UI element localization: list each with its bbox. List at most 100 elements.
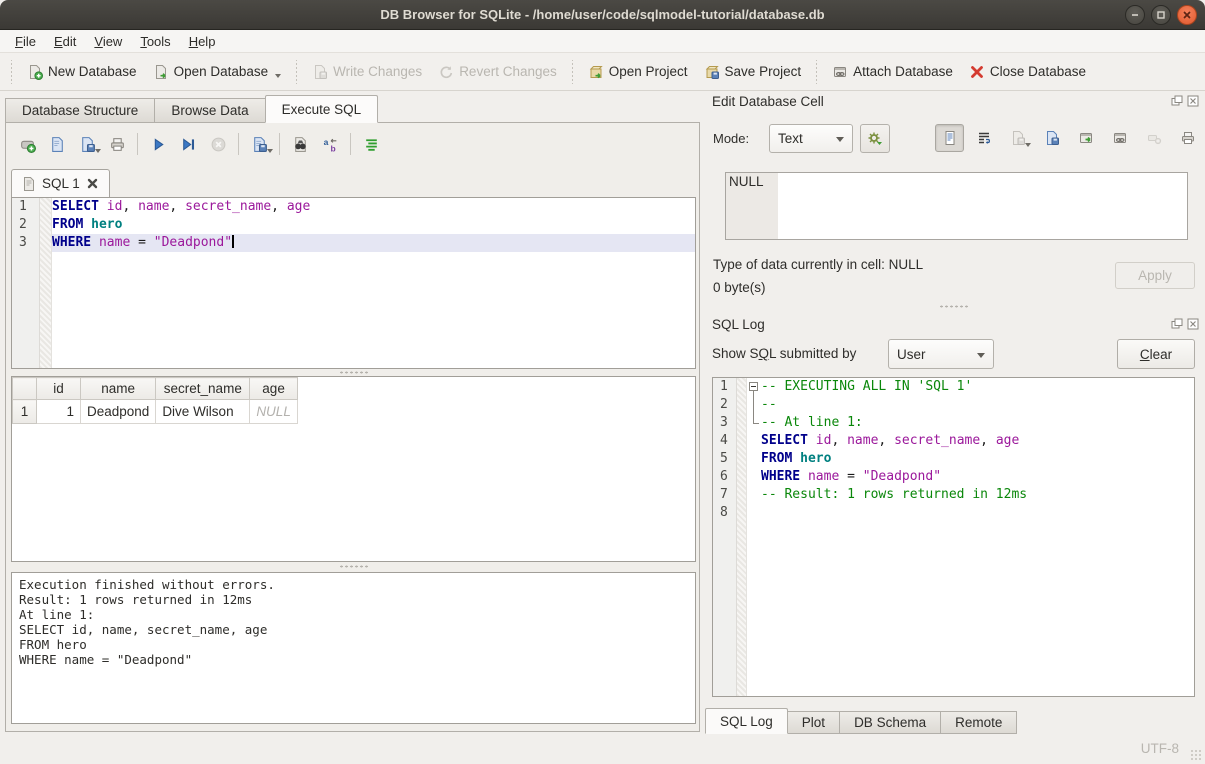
sql-file-icon xyxy=(22,176,36,192)
dropdown-caret-icon[interactable] xyxy=(275,74,281,78)
import-file-button[interactable] xyxy=(1003,124,1032,152)
bottom-tab-sql-log[interactable]: SQL Log xyxy=(705,708,788,734)
code-token: age xyxy=(996,433,1019,448)
code-token: = xyxy=(839,469,862,484)
tab-browse-data[interactable]: Browse Data xyxy=(154,98,264,123)
sql-editor-tab[interactable]: SQL 1 xyxy=(11,169,110,197)
row-number[interactable]: 1 xyxy=(13,400,37,424)
splitter-editor-results[interactable] xyxy=(11,369,696,376)
attach-database-icon xyxy=(832,64,848,80)
column-header-id[interactable]: id xyxy=(37,378,81,400)
format-sql-button[interactable] xyxy=(356,130,386,158)
close-dock-icon[interactable] xyxy=(1186,95,1199,108)
sql-editor[interactable]: 1SELECT id, name, secret_name, age2FROM … xyxy=(11,197,696,369)
resize-grip[interactable] xyxy=(1190,749,1202,761)
print-button[interactable] xyxy=(102,130,132,158)
execute-current-line-button[interactable] xyxy=(173,130,203,158)
sql-log-view[interactable]: 1-- EXECUTING ALL IN 'SQL 1'2--3-- At li… xyxy=(712,377,1195,697)
clear-log-button[interactable]: Clear xyxy=(1117,339,1195,369)
bottom-tab-plot[interactable]: Plot xyxy=(788,711,840,734)
encoding-indicator: UTF-8 xyxy=(1141,741,1179,756)
cell-secret-name[interactable]: Dive Wilson xyxy=(156,400,250,424)
menu-file[interactable]: File xyxy=(6,32,45,51)
cell-editor[interactable]: NULL xyxy=(725,172,1188,240)
splitter-docks[interactable] xyxy=(705,303,1202,310)
maximize-button[interactable] xyxy=(1151,5,1171,25)
fold-marker xyxy=(747,468,761,486)
copy-link-button[interactable] xyxy=(1105,124,1134,152)
line-number: 2 xyxy=(12,216,40,234)
attach-database-button[interactable]: Attach Database xyxy=(824,60,961,84)
open-external-button[interactable] xyxy=(1071,124,1100,152)
line-number: 3 xyxy=(713,414,737,432)
apply-button[interactable]: Apply xyxy=(1115,262,1195,289)
float-dock-icon[interactable] xyxy=(1170,95,1183,108)
revert-changes-button[interactable]: Revert Changes xyxy=(430,60,565,84)
set-null-button[interactable] xyxy=(1139,124,1168,152)
write-changes-button[interactable]: Write Changes xyxy=(304,60,430,84)
save-project-button[interactable]: Save Project xyxy=(696,60,810,84)
execute-all-icon xyxy=(150,136,167,153)
code-line: 1-- EXECUTING ALL IN 'SQL 1' xyxy=(713,378,1194,396)
bottom-tab-remote[interactable]: Remote xyxy=(941,711,1017,734)
code-token: "Deadpond" xyxy=(863,469,941,484)
code-line: 1SELECT id, name, secret_name, age xyxy=(12,198,695,216)
close-database-button[interactable]: Close Database xyxy=(961,60,1094,84)
svg-text:a: a xyxy=(323,137,328,147)
line-number: 7 xyxy=(713,486,737,504)
dropdown-caret-icon[interactable] xyxy=(1025,143,1031,147)
stop-button[interactable] xyxy=(203,130,233,158)
log-filter-label: Show SQL submitted by xyxy=(712,346,856,361)
log-filter-select[interactable]: User xyxy=(888,339,994,369)
find-replace-button[interactable]: ab xyxy=(315,130,345,158)
column-header-name[interactable]: name xyxy=(81,378,156,400)
execute-all-button[interactable] xyxy=(143,130,173,158)
close-dock-icon[interactable] xyxy=(1186,318,1199,331)
text-view-icon xyxy=(942,130,958,146)
splitter-results-message[interactable] xyxy=(11,563,696,570)
open-database-button[interactable]: Open Database xyxy=(145,60,290,84)
apply-auto-button[interactable] xyxy=(860,124,890,153)
save-results-button[interactable] xyxy=(244,130,274,158)
code-line: 6WHERE name = "Deadpond" xyxy=(713,468,1194,486)
close-tab-icon[interactable] xyxy=(86,177,99,190)
close-button[interactable] xyxy=(1177,5,1197,25)
bottom-tab-db-schema[interactable]: DB Schema xyxy=(840,711,941,734)
float-dock-icon[interactable] xyxy=(1170,318,1183,331)
menu-tools[interactable]: Tools xyxy=(131,32,179,51)
dropdown-caret-icon[interactable] xyxy=(267,149,273,153)
save-project-icon xyxy=(704,64,720,80)
menubar: FileEditViewToolsHelp xyxy=(0,30,1205,53)
menu-edit[interactable]: Edit xyxy=(45,32,85,51)
column-header-age[interactable]: age xyxy=(250,378,298,400)
minimize-button[interactable] xyxy=(1125,5,1145,25)
corner-cell[interactable] xyxy=(13,378,37,400)
print-cell-button[interactable] xyxy=(1173,124,1202,152)
open-project-button[interactable]: Open Project xyxy=(580,60,696,84)
window-title: DB Browser for SQLite - /home/user/code/… xyxy=(380,7,824,22)
open-sql-file-button[interactable] xyxy=(42,130,72,158)
find-button[interactable] xyxy=(285,130,315,158)
tab-execute-sql[interactable]: Execute SQL xyxy=(265,95,379,123)
fold-margin-cell xyxy=(737,468,747,486)
menu-help[interactable]: Help xyxy=(180,32,225,51)
menu-view[interactable]: View xyxy=(85,32,131,51)
tab-database-structure[interactable]: Database Structure xyxy=(5,98,154,123)
code-line: 4SELECT id, name, secret_name, age xyxy=(713,432,1194,450)
word-wrap-button[interactable] xyxy=(969,124,998,152)
results-grid[interactable]: idnamesecret_nameage11DeadpondDive Wilso… xyxy=(11,376,696,562)
dropdown-caret-icon[interactable] xyxy=(95,149,101,153)
column-header-secret-name[interactable]: secret_name xyxy=(156,378,250,400)
cell-id[interactable]: 1 xyxy=(37,400,81,424)
find-icon xyxy=(292,136,309,153)
cell-name[interactable]: Deadpond xyxy=(81,400,156,424)
new-tab-button[interactable] xyxy=(12,130,42,158)
toolbar-separator xyxy=(570,60,575,84)
cell-age[interactable]: NULL xyxy=(250,400,298,424)
text-view-button[interactable] xyxy=(935,124,964,152)
mode-select[interactable]: Text xyxy=(769,124,853,153)
export-file-button[interactable] xyxy=(1037,124,1066,152)
new-database-button[interactable]: New Database xyxy=(19,60,145,84)
toolbar-handle xyxy=(9,60,14,84)
save-sql-file-button[interactable] xyxy=(72,130,102,158)
